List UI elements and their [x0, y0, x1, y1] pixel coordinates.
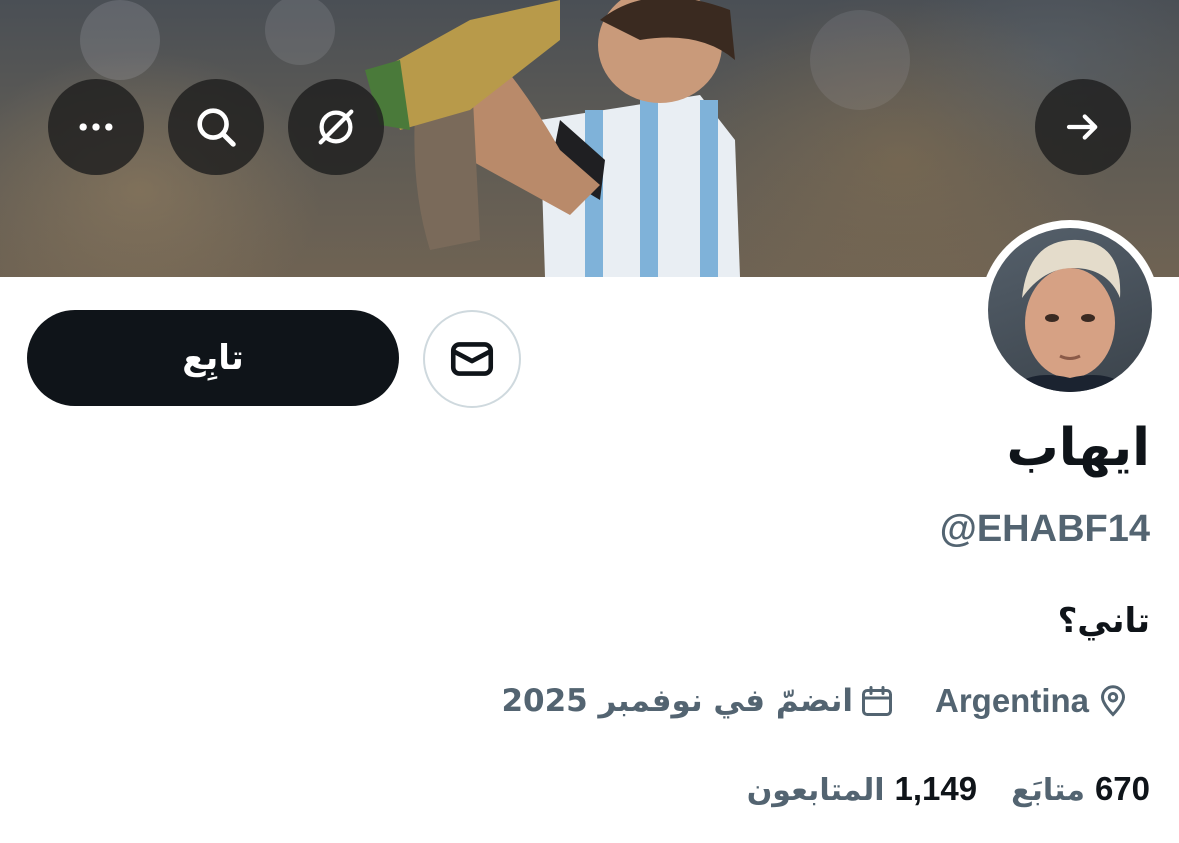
join-date: انضمّ في نوفمبر 2025 [501, 683, 895, 719]
grok-button[interactable] [288, 79, 384, 175]
profile-page: تابِع ايهاب @EHABF14 تاني؟ Argentina انض… [0, 0, 1179, 843]
display-name: ايهاب [1006, 418, 1150, 478]
follow-button[interactable]: تابِع [27, 310, 399, 406]
followers-count: 1,149 [894, 770, 978, 807]
grok-icon [318, 109, 354, 145]
bio: تاني؟ [1057, 601, 1150, 641]
location: Argentina [935, 682, 1131, 720]
message-button[interactable] [423, 310, 521, 408]
search-button[interactable] [168, 79, 264, 175]
location-pin-icon [1100, 685, 1126, 717]
follow-stats: 670 متابَع 1,149 المتابعون [747, 770, 1150, 808]
more-icon [79, 123, 113, 131]
following-count: 670 [1094, 770, 1150, 807]
followers-label: المتابعون [746, 773, 885, 808]
following-label: متابَع [1011, 773, 1085, 808]
search-icon [197, 108, 236, 147]
avatar[interactable] [980, 220, 1160, 400]
arrow-right-icon [1066, 114, 1098, 140]
join-date-text: انضمّ في نوفمبر 2025 [501, 683, 853, 719]
following-link[interactable]: 670 متابَع [1011, 770, 1150, 808]
profile-meta: Argentina انضمّ في نوفمبر 2025 [501, 682, 1131, 720]
envelope-icon [450, 342, 494, 376]
more-button[interactable] [48, 79, 144, 175]
banner-image[interactable] [0, 0, 1179, 277]
avatar-photo [988, 228, 1152, 392]
follow-button-label: تابِع [182, 338, 244, 378]
user-handle: @EHABF14 [939, 508, 1150, 550]
location-text: Argentina [934, 682, 1089, 719]
calendar-icon [861, 686, 892, 716]
followers-link[interactable]: 1,149 المتابعون [747, 770, 977, 808]
back-button[interactable] [1035, 79, 1131, 175]
